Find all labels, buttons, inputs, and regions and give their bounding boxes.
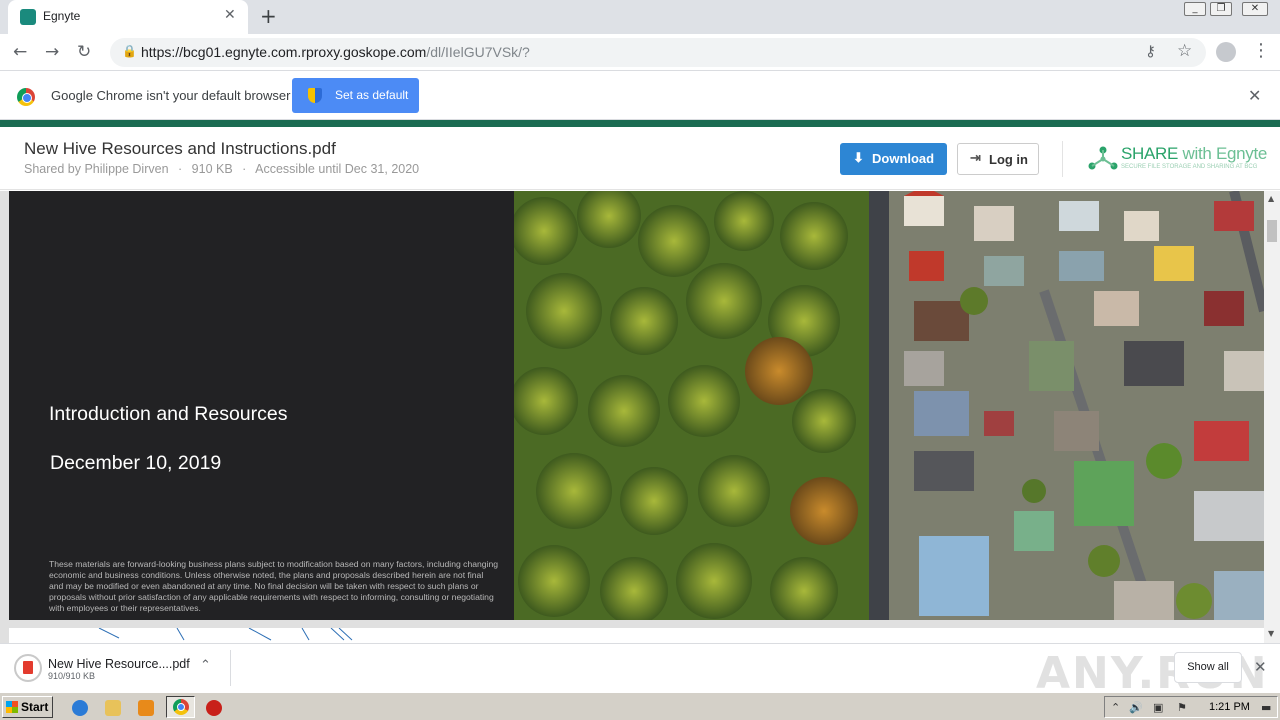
tab-close-icon[interactable]: ✕ [224, 7, 236, 23]
volume-icon[interactable]: 🔊 [1129, 701, 1143, 714]
brand-name: SHARE with Egnyte [1121, 144, 1267, 164]
accessible-until: Accessible until Dec 31, 2020 [255, 162, 420, 176]
shelf-close-icon[interactable]: ✕ [1254, 658, 1267, 676]
download-icon: ⬇ [853, 150, 864, 165]
tray-expand-icon[interactable]: ⌃ [1111, 701, 1120, 714]
download-progress: 910/910 KB [48, 671, 96, 681]
browser-toolbar: ← → ↻ 🔒 https://bcg01.egnyte.com.rproxy.… [0, 34, 1280, 71]
brand-with: with Egnyte [1178, 144, 1268, 163]
chrome-icon [17, 88, 35, 106]
slide-cover-panel: Introduction and Resources December 10, … [9, 191, 514, 620]
scroll-down-icon[interactable]: ▼ [1268, 629, 1274, 638]
back-icon[interactable]: ← [13, 42, 27, 62]
slide-date: December 10, 2019 [50, 452, 222, 474]
chrome-icon [173, 699, 189, 715]
download-file-name[interactable]: New Hive Resource....pdf [48, 657, 190, 671]
chrome-taskbar-button[interactable] [166, 696, 195, 718]
media-player-icon[interactable] [138, 700, 154, 716]
url-host: https://bcg01.egnyte.com.rproxy.goskope.… [141, 44, 427, 60]
show-all-button[interactable]: Show all [1174, 652, 1242, 683]
tab-egnyte[interactable]: Egnyte ✕ [8, 0, 248, 34]
pdf-file-icon[interactable] [14, 654, 42, 682]
set-as-default-button[interactable]: Set as default [292, 78, 419, 113]
restore-icon[interactable]: ❐ [1210, 2, 1232, 16]
login-button[interactable]: ⇥ Log in [957, 143, 1039, 175]
meta-separator: · [242, 162, 247, 176]
file-title: New Hive Resources and Instructions.pdf [24, 139, 336, 158]
egnyte-header: New Hive Resources and Instructions.pdf … [0, 127, 1280, 190]
tab-title: Egnyte [43, 9, 81, 23]
star-icon[interactable]: ☆ [1177, 41, 1192, 61]
url-text[interactable]: https://bcg01.egnyte.com.rproxy.goskope.… [141, 44, 530, 60]
url-path: /dl/IIelGU7VSk/? [426, 44, 530, 60]
key-icon[interactable]: ⚷ [1145, 42, 1156, 60]
start-button[interactable]: Start [2, 696, 53, 718]
stop-icon[interactable] [206, 700, 222, 716]
windows-taskbar: Start ⌃ 🔊 ▣ ⚑ 1:21 PM ▬ [0, 692, 1280, 720]
infobar-close-icon[interactable]: ✕ [1248, 86, 1261, 105]
shelf-divider [230, 650, 231, 686]
address-bar[interactable]: 🔒 https://bcg01.egnyte.com.rproxy.goskop… [110, 38, 1206, 67]
login-icon: ⇥ [970, 150, 981, 165]
login-label: Log in [989, 152, 1028, 167]
system-tray: ⌃ 🔊 ▣ ⚑ 1:21 PM ▬ [1104, 696, 1278, 718]
folder-icon[interactable] [105, 700, 121, 716]
ie-icon[interactable] [72, 700, 88, 716]
download-label: Download [872, 151, 935, 166]
slide-title: Introduction and Resources [49, 403, 288, 425]
shared-by: Shared by Philippe Dirven [24, 162, 169, 176]
egnyte-favicon-icon [20, 9, 36, 25]
lock-icon[interactable]: 🔒 [122, 44, 137, 58]
document-viewer[interactable]: Introduction and Resources December 10, … [0, 191, 1264, 643]
forward-icon[interactable]: → [45, 42, 59, 62]
file-meta: Shared by Philippe Dirven · 910 KB · Acc… [24, 162, 419, 176]
infobar-message: Google Chrome isn't your default browser [51, 88, 291, 103]
scroll-thumb[interactable] [1267, 220, 1277, 242]
meta-separator: · [178, 162, 183, 176]
scroll-up-icon[interactable]: ▲ [1268, 194, 1274, 203]
reload-icon[interactable]: ↻ [77, 42, 91, 62]
slide-disclaimer: These materials are forward-looking busi… [49, 559, 499, 613]
chevron-up-icon[interactable]: ⌃ [200, 658, 211, 673]
new-tab-button[interactable]: + [260, 4, 277, 28]
brand-tagline: SECURE FILE STORAGE AND SHARING AT BCG [1121, 164, 1258, 170]
road [869, 191, 889, 620]
clock[interactable]: 1:21 PM [1209, 701, 1250, 713]
tab-strip: Egnyte ✕ + _ ❐ ✕ [0, 0, 1280, 34]
brand-share: SHARE [1121, 144, 1179, 163]
set-as-default-label: Set as default [335, 88, 409, 102]
flag-icon[interactable]: ⚑ [1177, 701, 1187, 714]
download-shelf: New Hive Resource....pdf 910/910 KB ⌃ AN… [0, 643, 1280, 699]
shield-icon [308, 88, 322, 103]
default-browser-infobar: Google Chrome isn't your default browser… [0, 72, 1280, 120]
header-divider [1062, 141, 1063, 177]
minimize-icon[interactable]: _ [1184, 2, 1206, 16]
profile-avatar[interactable] [1216, 42, 1236, 62]
windows-logo-icon [6, 701, 18, 713]
network-icon[interactable]: ▣ [1153, 701, 1163, 714]
egnyte-accent-bar [0, 120, 1280, 127]
file-size: 910 KB [191, 162, 233, 176]
viewer-scrollbar[interactable]: ▲ ▼ [1264, 191, 1280, 643]
close-icon[interactable]: ✕ [1242, 2, 1268, 16]
menu-icon[interactable]: ⋮ [1252, 40, 1270, 61]
start-label: Start [21, 700, 49, 714]
egnyte-logo-icon [1088, 146, 1118, 170]
download-button[interactable]: ⬇ Download [840, 143, 947, 175]
next-page-preview [9, 628, 1264, 643]
show-desktop-icon[interactable]: ▬ [1261, 701, 1271, 714]
aerial-town-photo [514, 191, 1264, 620]
